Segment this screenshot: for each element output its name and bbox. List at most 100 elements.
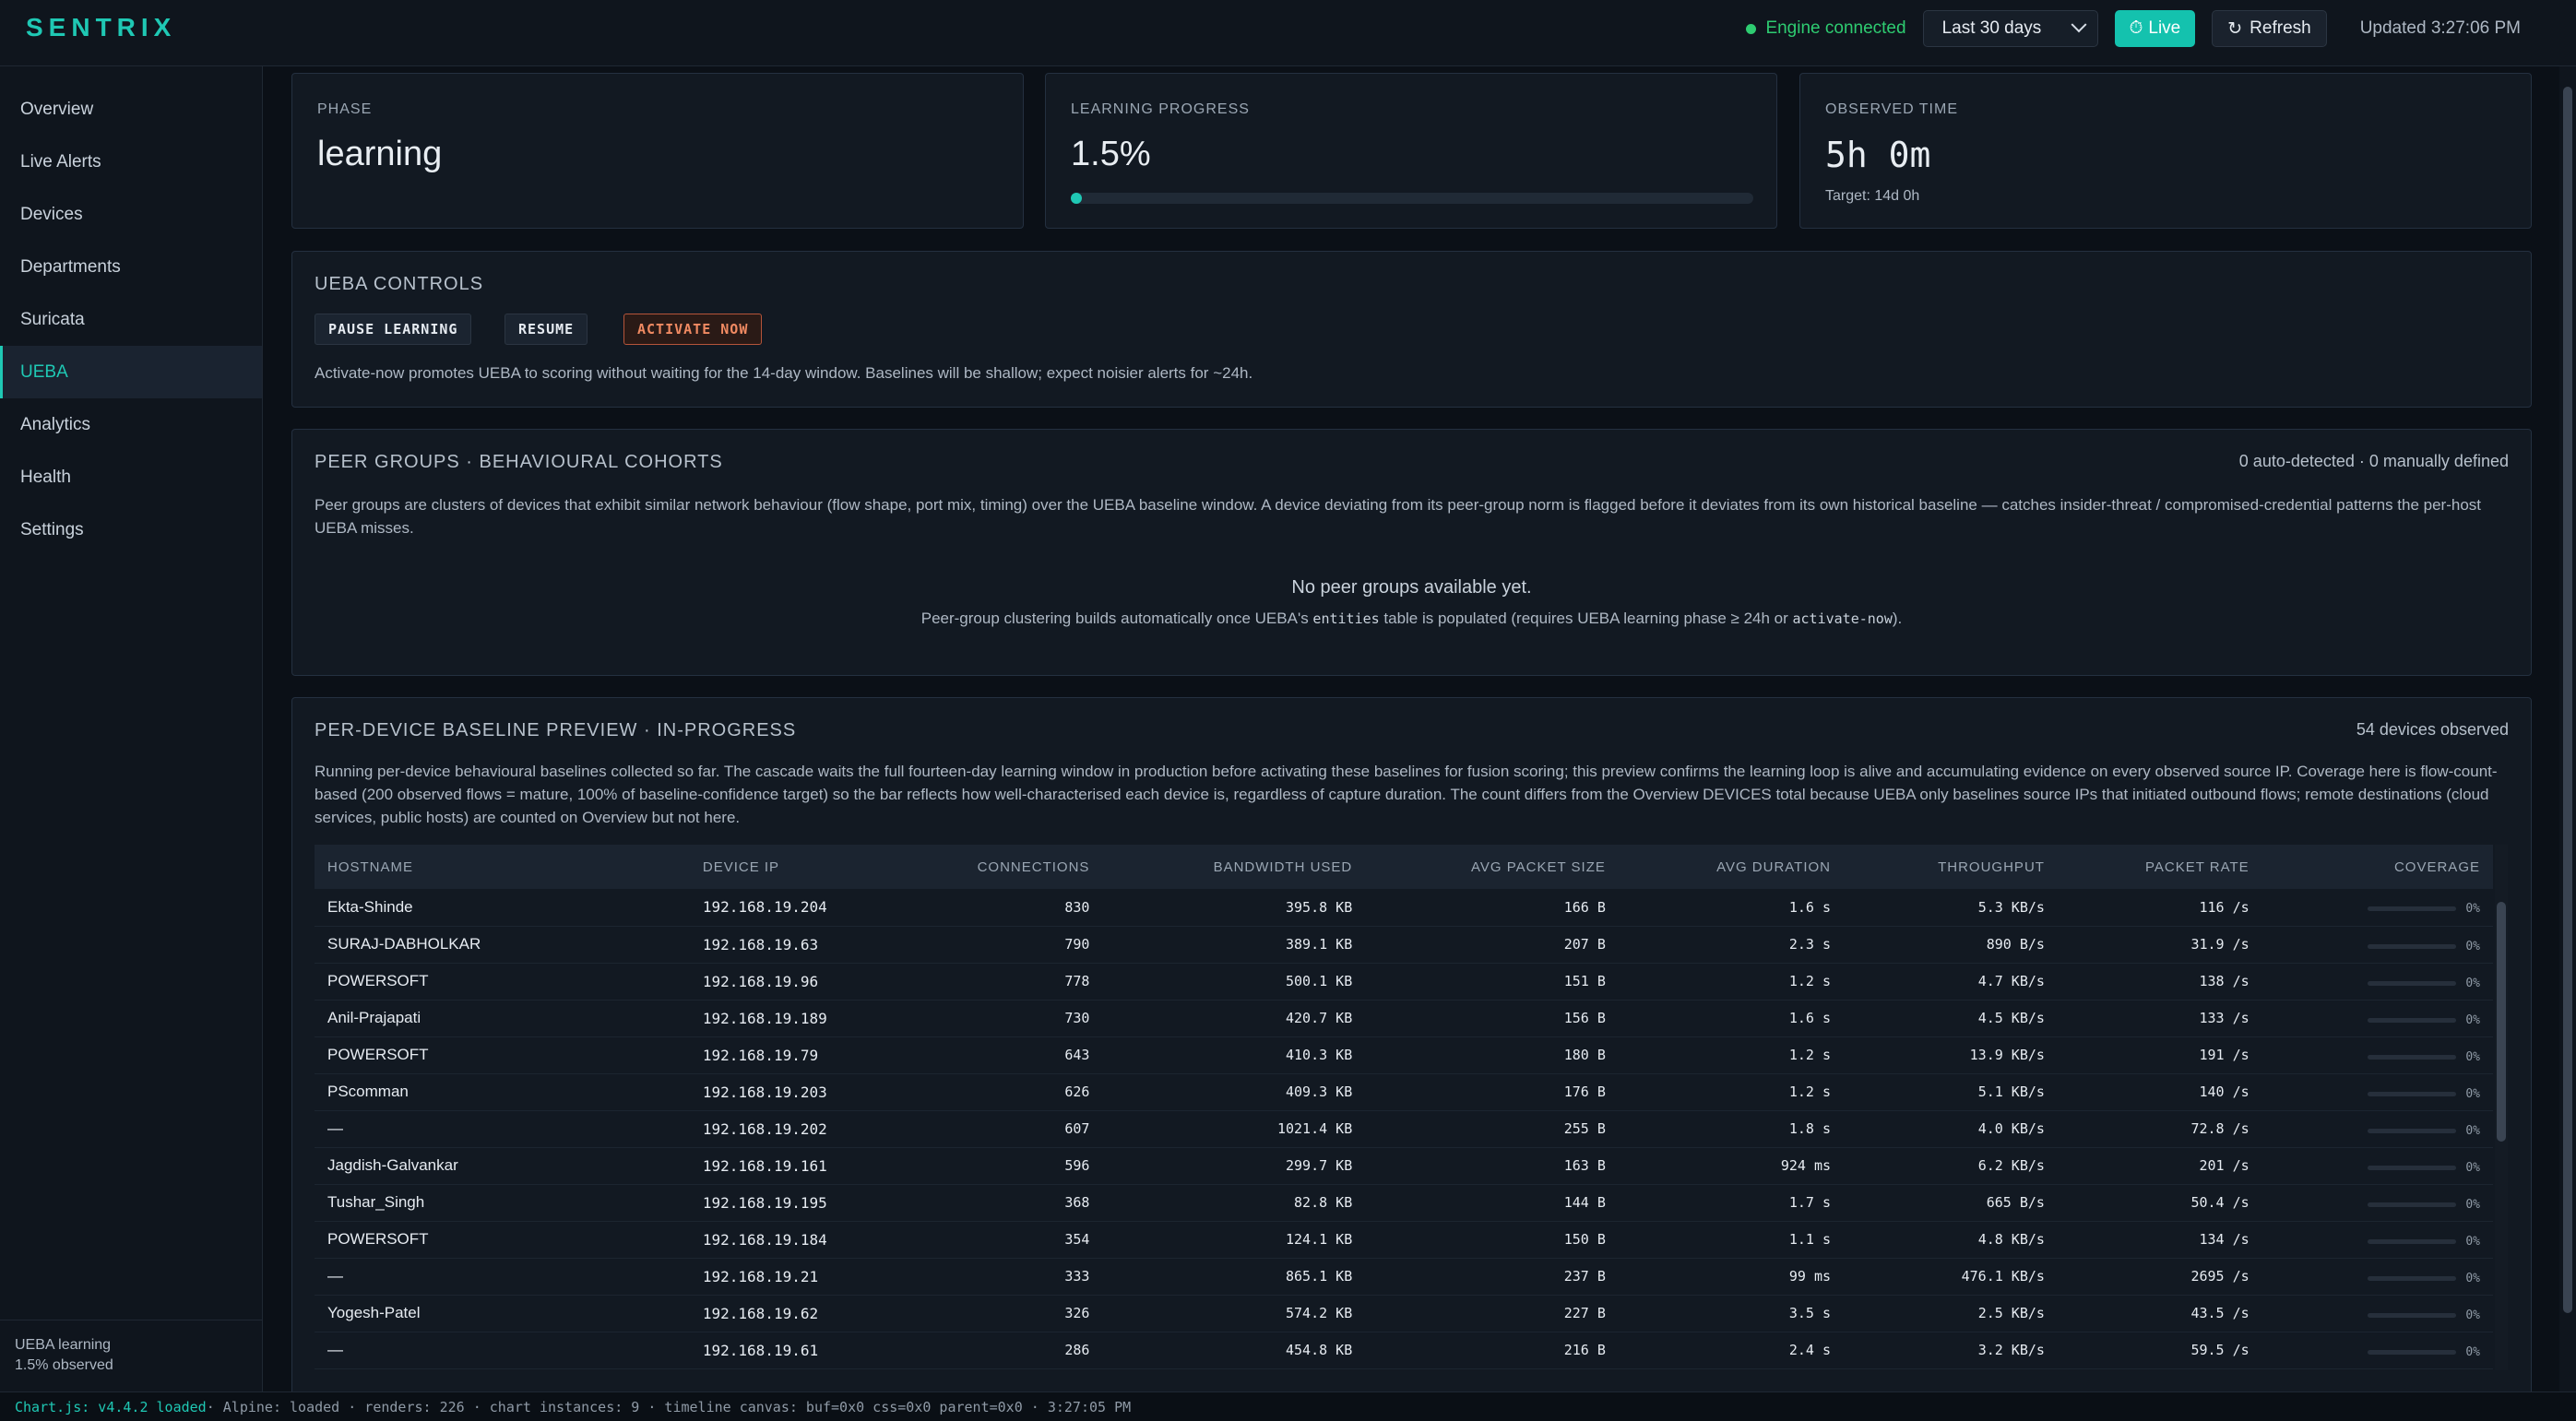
empty-hint-text: ). — [1892, 610, 1903, 627]
pause-learning-button[interactable]: PAUSE LEARNING — [315, 314, 472, 345]
cell-thr: 5.1 KB/s — [1977, 1084, 2045, 1100]
cell-coverage: 0% — [2262, 926, 2493, 963]
peer-groups-title: PEER GROUPS · BEHAVIOURAL COHORTS — [315, 452, 723, 472]
sidebar-item-settings[interactable]: Settings — [0, 503, 262, 556]
cell-pkt: 166 B — [1563, 898, 1606, 916]
cell-coverage: 0% — [2262, 1295, 2493, 1332]
cell-dur: 1.6 s — [1788, 1010, 1832, 1026]
cell-pkt: 180 B — [1563, 1047, 1606, 1063]
coverage-value: 0% — [2465, 1197, 2480, 1212]
peer-groups-empty-title: No peer groups available yet. — [1291, 577, 1532, 598]
phase-value: learning — [317, 135, 443, 173]
cell-dur: 1.2 s — [1788, 1047, 1832, 1063]
cell-rate: 138 /s — [2199, 973, 2250, 989]
engine-status-label: Engine connected — [1765, 18, 1906, 38]
table-row[interactable]: Tushar_Singh 192.168.19.195 368 82.8 KB 144 … — [315, 1184, 2493, 1221]
column-device-ip[interactable]: DEVICE IP — [690, 845, 887, 889]
coverage-bar — [2368, 1017, 2457, 1023]
cell-host: Ekta-Shinde — [327, 897, 413, 916]
table-row[interactable]: POWERSOFT 192.168.19.96 778 500.1 KB 151 B 1.… — [315, 963, 2493, 1000]
table-scrollbar[interactable] — [2495, 845, 2508, 1370]
sidebar-item-label: Devices — [20, 204, 83, 224]
cell-host: Tushar_Singh — [327, 1193, 425, 1211]
cell-rate: 116 /s — [2199, 898, 2250, 916]
debug-status-bar: Chart.js: v4.4.2 loaded · Alpine: loaded… — [0, 1391, 2576, 1421]
cell-pkt: 151 B — [1563, 973, 1606, 989]
sidebar-item-suricata[interactable]: Suricata — [0, 293, 262, 346]
cell-coverage: 0% — [2262, 1332, 2493, 1368]
cell-pkt: 163 B — [1563, 1157, 1606, 1174]
table-row[interactable]: POWERSOFT 192.168.19.184 354 124.1 KB 150 B 1… — [315, 1221, 2493, 1258]
cell-pkt: 216 B — [1563, 1342, 1606, 1358]
table-row[interactable]: — 192.168.19.61 286 454.8 KB 216 B 2.4 s 3.2 K… — [315, 1332, 2493, 1368]
cell-pkt: 227 B — [1563, 1305, 1606, 1321]
column-throughput[interactable]: THROUGHPUT — [1844, 845, 2058, 889]
ueba-controls-card: UEBA CONTROLS PAUSE LEARNING RESUME ACTI… — [291, 251, 2532, 408]
table-row[interactable]: — 192.168.19.202 607 1021.4 KB 255 B 1.8 s 4.0… — [315, 1110, 2493, 1147]
sidebar-item-label: Departments — [20, 256, 121, 277]
live-button[interactable]: ⏱ Live — [2114, 10, 2196, 47]
cell-host: PScomman — [327, 1083, 409, 1100]
column-connections[interactable]: CONNECTIONS — [886, 845, 1102, 889]
column-avg-duration[interactable]: AVG DURATION — [1619, 845, 1844, 889]
table-row[interactable]: — 192.168.19.21 333 865.1 KB 237 B 99 ms 476.1… — [315, 1258, 2493, 1295]
resume-button[interactable]: RESUME — [505, 314, 588, 345]
baseline-table-container[interactable]: HOSTNAME DEVICE IP CONNECTIONS BANDWIDTH… — [315, 845, 2508, 1370]
table-row[interactable]: Ekta-Shinde 192.168.19.204 830 395.8 KB 166 … — [315, 889, 2493, 926]
sidebar-item-analytics[interactable]: Analytics — [0, 398, 262, 451]
table-row[interactable]: POWERSOFT 192.168.19.79 643 410.3 KB 180 B 1.… — [315, 1036, 2493, 1073]
column-avg-packet-size[interactable]: AVG PACKET SIZE — [1365, 845, 1619, 889]
cell-conn: 333 — [1064, 1268, 1090, 1285]
runtime-status: · Alpine: loaded · renders: 226 · chart … — [206, 1398, 1132, 1415]
refresh-button[interactable]: ↻ Refresh — [2212, 10, 2327, 47]
cell-bw: 409.3 KB — [1286, 1084, 1353, 1100]
cell-host: Anil-Prajapati — [327, 1009, 421, 1026]
table-row[interactable]: Anil-Prajapati 192.168.19.189 730 420.7 KB 1… — [315, 1000, 2493, 1036]
learning-progress-card: LEARNING PROGRESS 1.5% — [1045, 73, 1777, 229]
cell-conn: 830 — [1064, 898, 1090, 916]
table-row[interactable]: Jagdish-Galvankar 192.168.19.161 596 299.7 … — [315, 1147, 2493, 1184]
refresh-button-label: Refresh — [2250, 18, 2311, 38]
cell-conn: 626 — [1064, 1084, 1090, 1100]
cell-conn: 730 — [1064, 1010, 1090, 1026]
sidebar-item-ueba[interactable]: UEBA — [0, 346, 262, 398]
sidebar-item-live-alerts[interactable]: Live Alerts — [0, 136, 262, 188]
sidebar-item-label: Health — [20, 467, 71, 487]
column-bandwidth[interactable]: BANDWIDTH USED — [1102, 845, 1365, 889]
cell-bw: 389.1 KB — [1286, 936, 1353, 953]
sidebar-item-health[interactable]: Health — [0, 451, 262, 503]
column-hostname[interactable]: HOSTNAME — [315, 845, 690, 889]
column-packet-rate[interactable]: PACKET RATE — [2058, 845, 2262, 889]
cell-ip: 192.168.19.203 — [702, 1083, 827, 1101]
coverage-value: 0% — [2465, 1344, 2480, 1359]
table-row[interactable]: PScomman 192.168.19.203 626 409.3 KB 176 B 1.… — [315, 1073, 2493, 1110]
coverage-value: 0% — [2465, 902, 2480, 917]
cell-rate: 50.4 /s — [2190, 1194, 2250, 1211]
cell-host: POWERSOFT — [327, 1046, 429, 1063]
sidebar-item-overview[interactable]: Overview — [0, 83, 262, 136]
brand-logo[interactable]: SENTRIX — [26, 13, 176, 42]
table-scrollbar-thumb[interactable] — [2497, 902, 2506, 1142]
status-dot-icon — [1746, 23, 1757, 34]
table-row[interactable]: Yogesh-Patel 192.168.19.62 326 574.2 KB 227 … — [315, 1295, 2493, 1332]
page-scrollbar-thumb[interactable] — [2563, 87, 2572, 1313]
cell-ip: 192.168.19.63 — [702, 935, 819, 953]
coverage-value: 0% — [2465, 1308, 2480, 1322]
refresh-icon: ↻ — [2227, 18, 2243, 39]
baseline-preview-card: PER-DEVICE BASELINE PREVIEW · IN-PROGRES… — [291, 697, 2532, 1391]
time-range-select[interactable]: Last 30 days — [1922, 10, 2098, 47]
sidebar-item-devices[interactable]: Devices — [0, 188, 262, 241]
cell-pkt: 255 B — [1563, 1120, 1606, 1137]
cell-dur: 3.5 s — [1788, 1305, 1832, 1321]
page-scrollbar[interactable] — [2559, 66, 2576, 1391]
cell-bw: 124.1 KB — [1286, 1231, 1353, 1248]
header-actions: Engine connected Last 30 days ⏱ Live ↻ R… — [1746, 9, 2521, 48]
cell-ip: 192.168.19.62 — [702, 1304, 819, 1322]
table-row[interactable]: SURAJ-DABHOLKAR 192.168.19.63 790 389.1 KB 2… — [315, 926, 2493, 963]
baseline-device-count: 54 devices observed — [2356, 720, 2509, 739]
column-coverage[interactable]: COVERAGE — [2262, 845, 2493, 889]
sidebar-item-departments[interactable]: Departments — [0, 241, 262, 293]
cell-coverage: 0% — [2262, 889, 2493, 926]
activate-now-button[interactable]: ACTIVATE NOW — [623, 314, 763, 345]
cell-dur: 924 ms — [1780, 1157, 1832, 1174]
